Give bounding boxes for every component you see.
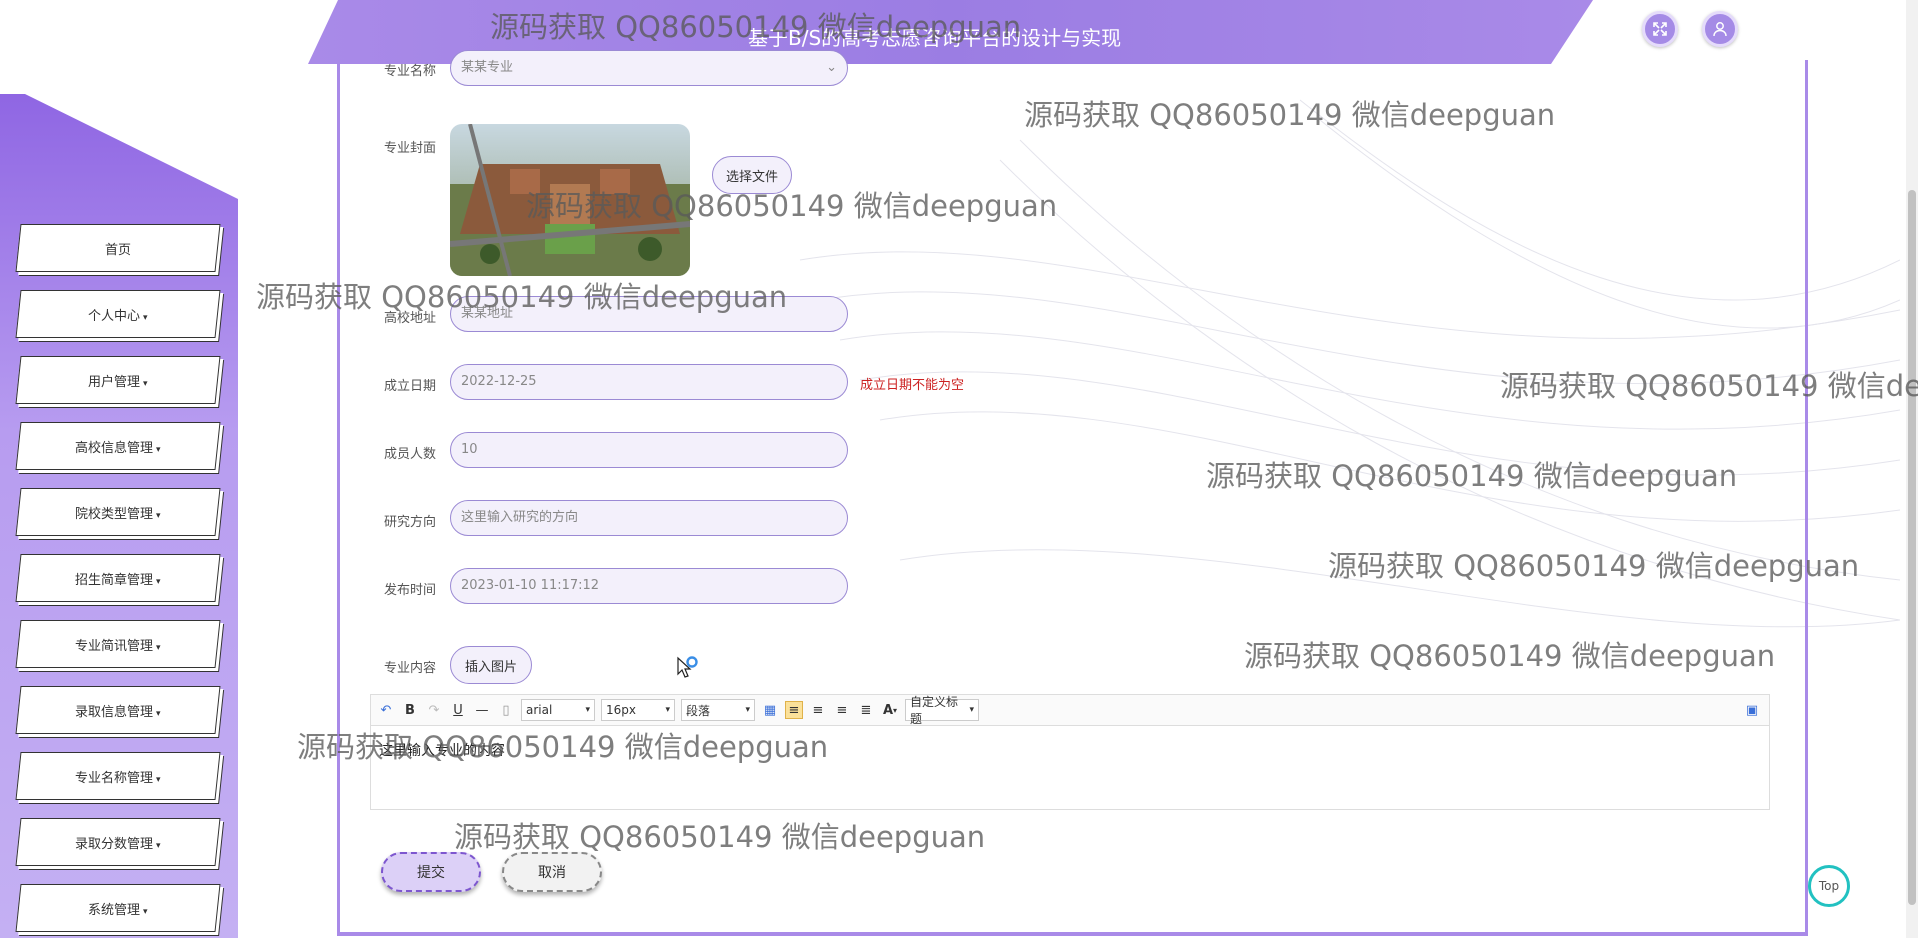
editor-body-text: 这里输入专业的内容 bbox=[379, 743, 505, 759]
sidebar-item-system[interactable]: 系统管理 ▾ bbox=[15, 884, 221, 932]
address-input[interactable]: 某某地址 bbox=[450, 296, 848, 332]
members-label: 成员人数 bbox=[384, 447, 437, 462]
caret-down-icon: ▾ bbox=[156, 510, 161, 521]
sidebar-item-label: 专业名称管理 bbox=[75, 770, 154, 786]
sidebar-item-label: 用户管理 bbox=[88, 374, 141, 390]
horizontal-rule-icon[interactable]: — bbox=[473, 701, 491, 719]
sidebar-item-label: 专业简讯管理 bbox=[75, 638, 154, 654]
sidebar-item-admission-brochure[interactable]: 招生简章管理 ▾ bbox=[15, 554, 221, 602]
user-avatar-button[interactable] bbox=[1702, 11, 1738, 47]
sidebar-menu: 首页 个人中心 ▾ 用户管理 ▾ 高校信息管理 ▾ 院校类型管理 ▾ 招生简章管理 ▾ 专… bbox=[15, 224, 221, 950]
sidebar-item-label: 首页 bbox=[104, 242, 131, 258]
align-center-icon[interactable]: ≡ bbox=[809, 701, 827, 719]
sidebar-item-label: 院校类型管理 bbox=[75, 506, 154, 522]
back-to-top-button[interactable]: Top bbox=[1808, 865, 1850, 907]
font-size-select[interactable]: 16px ▾ bbox=[601, 699, 675, 721]
sidebar-item-label: 录取信息管理 bbox=[75, 704, 154, 720]
expand-icon bbox=[1653, 22, 1667, 36]
sidebar-item-personal-center[interactable]: 个人中心 ▾ bbox=[15, 290, 221, 338]
redo-icon[interactable]: ↷ bbox=[425, 701, 443, 719]
editor-content-area[interactable]: 这里输入专业的内容 bbox=[370, 726, 1770, 810]
research-label: 研究方向 bbox=[384, 515, 437, 530]
caret-down-icon: ▾ bbox=[156, 576, 161, 587]
sidebar-item-college-type[interactable]: 院校类型管理 ▾ bbox=[15, 488, 221, 536]
chevron-down-icon: ⌄ bbox=[826, 60, 837, 75]
sidebar-item-home[interactable]: 首页 bbox=[15, 224, 221, 272]
sidebar-item-label: 录取分数管理 bbox=[75, 836, 154, 852]
cover-label: 专业封面 bbox=[384, 141, 437, 156]
caret-down-icon: ▾ bbox=[156, 444, 161, 455]
publish-time-input[interactable]: 2023-01-10 11:17:12 bbox=[450, 568, 848, 604]
sidebar-item-major-name[interactable]: 专业名称管理 ▾ bbox=[15, 752, 221, 800]
cover-image bbox=[450, 124, 690, 276]
major-name-select[interactable]: 某某专业 ⌄ bbox=[450, 50, 848, 86]
submit-button[interactable]: 提交 bbox=[381, 852, 481, 892]
caret-down-icon: ▾ bbox=[969, 705, 974, 715]
sidebar-item-college-info[interactable]: 高校信息管理 ▾ bbox=[15, 422, 221, 470]
caret-down-icon: ▾ bbox=[893, 705, 898, 715]
bold-button[interactable]: B bbox=[401, 701, 419, 719]
caret-down-icon: ▾ bbox=[585, 705, 590, 715]
custom-heading-select[interactable]: 自定义标题 ▾ bbox=[905, 695, 979, 726]
align-left-icon[interactable]: ≡ bbox=[785, 701, 803, 719]
text-color-button[interactable]: A ▾ bbox=[881, 701, 899, 719]
fullscreen-button[interactable] bbox=[1642, 11, 1678, 47]
sidebar-item-user-management[interactable]: 用户管理 ▾ bbox=[15, 356, 221, 404]
insert-image-button[interactable]: 插入图片 bbox=[450, 646, 532, 684]
caret-down-icon: ▾ bbox=[745, 705, 750, 715]
major-name-value: 某某专业 bbox=[461, 60, 514, 75]
font-family-value: arial bbox=[526, 703, 553, 717]
align-justify-icon[interactable]: ≣ bbox=[857, 701, 875, 719]
content-label: 专业内容 bbox=[384, 661, 437, 676]
caret-down-icon: ▾ bbox=[156, 774, 161, 785]
cancel-button[interactable]: 取消 bbox=[502, 852, 602, 892]
caret-down-icon: ▾ bbox=[665, 705, 670, 715]
sidebar-item-label: 个人中心 bbox=[88, 308, 141, 324]
page-scrollbar[interactable] bbox=[1906, 0, 1918, 938]
undo-icon[interactable]: ↶ bbox=[377, 701, 395, 719]
major-name-label: 专业名称 bbox=[384, 64, 437, 79]
sidebar-item-admission-score[interactable]: 录取分数管理 ▾ bbox=[15, 818, 221, 866]
paragraph-select[interactable]: 段落 ▾ bbox=[681, 699, 755, 721]
scrollbar-thumb[interactable] bbox=[1908, 190, 1916, 905]
sidebar-item-label: 系统管理 bbox=[88, 902, 141, 918]
caret-down-icon: ▾ bbox=[143, 906, 148, 917]
font-size-value: 16px bbox=[606, 703, 636, 717]
caret-down-icon: ▾ bbox=[143, 378, 148, 389]
text-color-label: A bbox=[882, 702, 894, 718]
address-label: 高校地址 bbox=[384, 311, 437, 326]
editor-toolbar: ↶ B ↷ U — ▯ arial ▾ 16px ▾ 段落 ▾ ▦ ≡ ≡ ≡ ≣ A… bbox=[370, 694, 1770, 726]
publish-time-label: 发布时间 bbox=[384, 583, 437, 598]
sidebar-item-admission-info[interactable]: 录取信息管理 ▾ bbox=[15, 686, 221, 734]
preview-icon[interactable]: ▣ bbox=[1743, 701, 1761, 719]
page-title: 基于B/S的高考志愿咨询平台的设计与实现 bbox=[748, 26, 1122, 50]
research-input[interactable]: 这里输入研究的方向 bbox=[450, 500, 848, 536]
members-input[interactable]: 10 bbox=[450, 432, 848, 468]
founded-date-error: 成立日期不能为空 bbox=[860, 378, 965, 393]
choose-file-button[interactable]: 选择文件 bbox=[712, 156, 792, 194]
paragraph-value: 段落 bbox=[686, 703, 711, 718]
table-icon[interactable]: ▦ bbox=[761, 701, 779, 719]
sidebar-item-label: 高校信息管理 bbox=[75, 440, 154, 456]
font-family-select[interactable]: arial ▾ bbox=[521, 699, 595, 721]
caret-down-icon: ▾ bbox=[156, 642, 161, 653]
sidebar-item-label: 招生简章管理 bbox=[75, 572, 154, 588]
founded-date-label: 成立日期 bbox=[384, 379, 437, 394]
sidebar-item-major-news[interactable]: 专业简讯管理 ▾ bbox=[15, 620, 221, 668]
align-right-icon[interactable]: ≡ bbox=[833, 701, 851, 719]
caret-down-icon: ▾ bbox=[156, 840, 161, 851]
page-icon[interactable]: ▯ bbox=[497, 701, 515, 719]
founded-date-input[interactable]: 2022-12-25 bbox=[450, 364, 848, 400]
caret-down-icon: ▾ bbox=[156, 708, 161, 719]
custom-heading-value: 自定义标题 bbox=[910, 695, 959, 726]
user-icon bbox=[1713, 22, 1727, 37]
underline-button[interactable]: U bbox=[449, 701, 467, 719]
mouse-cursor-icon bbox=[677, 656, 698, 678]
caret-down-icon: ▾ bbox=[143, 312, 148, 323]
